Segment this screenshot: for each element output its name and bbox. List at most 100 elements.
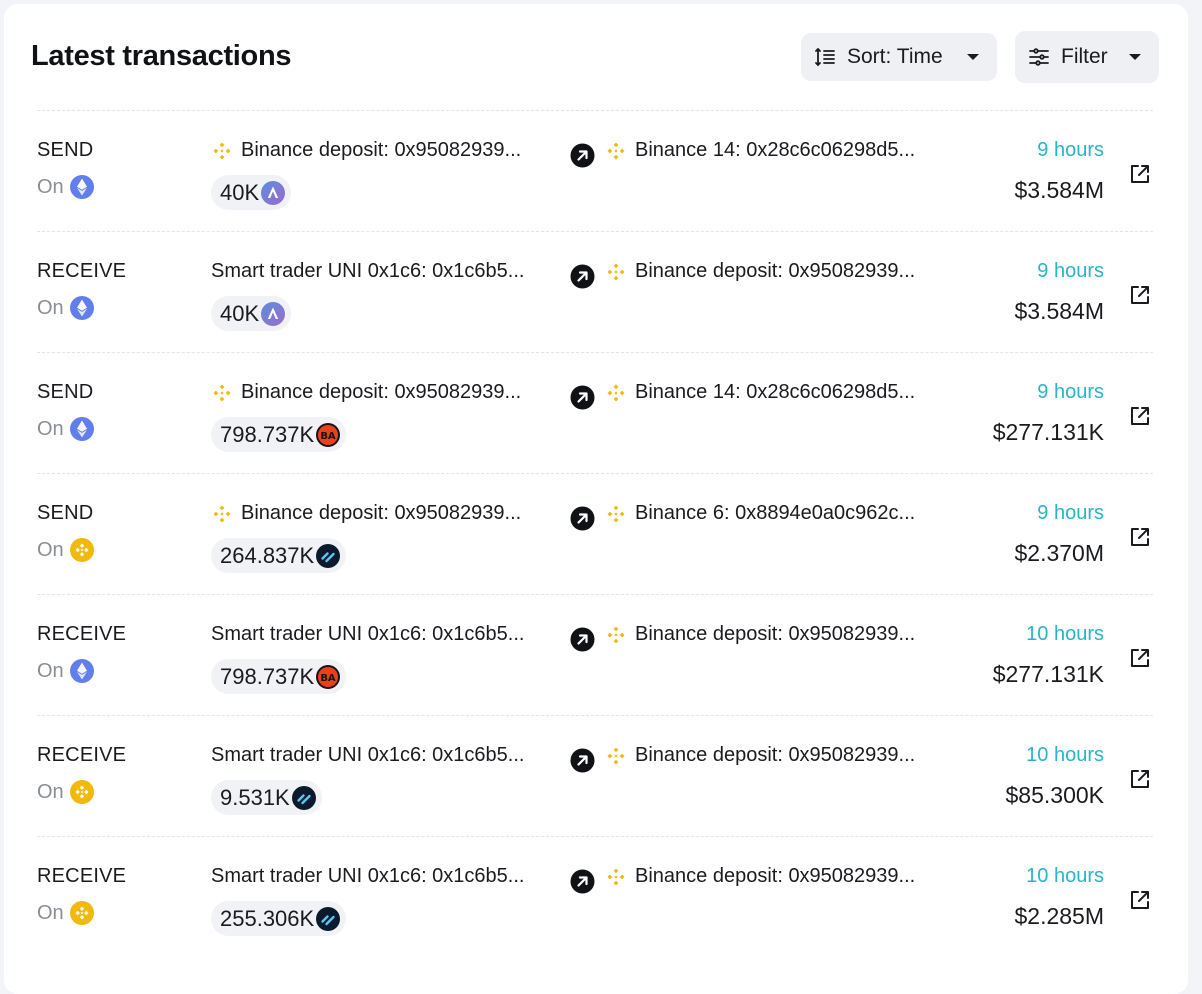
arrow-up-right-icon[interactable]	[570, 748, 595, 773]
transaction-type: RECEIVE	[37, 744, 127, 766]
arrow-up-right-icon[interactable]	[570, 627, 595, 652]
transaction-time: 9 hours	[1037, 381, 1104, 403]
external-link-icon[interactable]	[1129, 284, 1151, 306]
binance-icon	[211, 503, 233, 525]
to-address[interactable]: Binance 14: 0x28c6c06298d5...	[605, 381, 915, 404]
arkham-token-icon	[261, 301, 286, 326]
external-link-icon[interactable]	[1129, 163, 1151, 185]
binance-icon	[605, 624, 627, 646]
transaction-type: SEND	[37, 381, 94, 403]
token-amount[interactable]: 40K	[211, 296, 292, 331]
transaction-type: SEND	[37, 502, 94, 524]
ba-token-icon: BA	[316, 422, 341, 447]
transaction-list: SEND On Binance deposit: 0x95082939... B…	[37, 110, 1153, 957]
transaction-time: 10 hours	[1026, 865, 1104, 887]
arkham-token-icon	[261, 180, 286, 205]
transaction-time: 9 hours	[1037, 260, 1104, 282]
token-amount[interactable]: 798.737K BA	[211, 659, 347, 694]
token-amount[interactable]: 9.531K	[211, 780, 322, 815]
from-address[interactable]: Smart trader UNI 0x1c6: 0x1c6b5...	[211, 623, 524, 646]
to-address[interactable]: Binance 14: 0x28c6c06298d5...	[605, 139, 915, 162]
arrow-up-right-icon[interactable]	[570, 869, 595, 894]
arrow-up-right-icon[interactable]	[570, 506, 595, 531]
from-address[interactable]: Binance deposit: 0x95082939...	[211, 381, 521, 404]
sort-button[interactable]: Sort: Time	[801, 33, 997, 81]
amount-value: 40K	[220, 179, 260, 205]
transaction-row: RECEIVE On Smart trader UNI 0x1c6: 0x1c6…	[37, 231, 1153, 352]
amount-value: 798.737K	[220, 421, 315, 447]
ethereum-icon	[69, 417, 94, 441]
binance-icon	[605, 261, 627, 283]
on-label: On	[37, 417, 64, 440]
external-link-icon[interactable]	[1129, 889, 1151, 911]
from-address[interactable]: Smart trader UNI 0x1c6: 0x1c6b5...	[211, 865, 524, 888]
from-address[interactable]: Smart trader UNI 0x1c6: 0x1c6b5...	[211, 260, 524, 283]
on-label: On	[37, 538, 64, 561]
swirl-token-icon	[316, 906, 341, 931]
external-link-icon[interactable]	[1129, 647, 1151, 669]
transaction-type: SEND	[37, 139, 94, 161]
to-address[interactable]: Binance 6: 0x8894e0a0c962c...	[605, 502, 915, 525]
to-address[interactable]: Binance deposit: 0x95082939...	[605, 260, 915, 283]
to-address[interactable]: Binance deposit: 0x95082939...	[605, 623, 915, 646]
binance-icon	[211, 382, 233, 404]
chain-indicator: On	[37, 175, 94, 199]
amount-value: 255.306K	[220, 905, 315, 931]
chain-indicator: On	[37, 538, 94, 562]
filter-icon	[1027, 45, 1051, 69]
ethereum-icon	[69, 296, 94, 320]
to-address[interactable]: Binance deposit: 0x95082939...	[605, 865, 915, 888]
chevron-down-icon	[967, 54, 979, 60]
transaction-value: $3.584M	[1014, 177, 1104, 203]
filter-button[interactable]: Filter	[1015, 31, 1159, 83]
external-link-icon[interactable]	[1129, 405, 1151, 427]
to-address[interactable]: Binance deposit: 0x95082939...	[605, 744, 915, 767]
transaction-row: SEND On Binance deposit: 0x95082939... B…	[37, 473, 1153, 594]
amount-value: 798.737K	[220, 663, 315, 689]
to-label: Binance deposit: 0x95082939...	[635, 744, 916, 766]
arrow-up-right-icon[interactable]	[570, 385, 595, 410]
binance-icon	[211, 140, 233, 162]
binance-icon	[605, 866, 627, 888]
svg-text:BA: BA	[321, 431, 337, 442]
bnb-chain-icon	[69, 538, 94, 562]
sort-icon	[813, 45, 837, 69]
transaction-type: RECEIVE	[37, 623, 127, 645]
transaction-value: $277.131K	[992, 419, 1104, 445]
on-label: On	[37, 659, 64, 682]
binance-icon	[605, 503, 627, 525]
transaction-type: RECEIVE	[37, 260, 127, 282]
card-header: Latest transactions Sort: Time Filter	[4, 4, 1188, 112]
chain-indicator: On	[37, 296, 94, 320]
bnb-chain-icon	[69, 901, 94, 925]
token-amount[interactable]: 264.837K	[211, 538, 347, 573]
from-address[interactable]: Binance deposit: 0x95082939...	[211, 502, 521, 525]
to-label: Binance deposit: 0x95082939...	[635, 623, 916, 645]
ethereum-icon	[69, 659, 94, 683]
token-amount[interactable]: 798.737K BA	[211, 417, 347, 452]
from-label: Binance deposit: 0x95082939...	[241, 381, 522, 403]
transaction-row: SEND On Binance deposit: 0x95082939... B…	[37, 110, 1153, 231]
binance-icon	[605, 382, 627, 404]
swirl-token-icon	[316, 543, 341, 568]
page-title: Latest transactions	[31, 40, 292, 72]
amount-value: 9.531K	[220, 784, 290, 810]
transaction-time: 10 hours	[1026, 744, 1104, 766]
transaction-value: $277.131K	[992, 661, 1104, 687]
transaction-row: RECEIVE On Smart trader UNI 0x1c6: 0x1c6…	[37, 836, 1153, 957]
token-amount[interactable]: 255.306K	[211, 901, 347, 936]
on-label: On	[37, 780, 64, 803]
bnb-chain-icon	[69, 780, 94, 804]
from-label: Smart trader UNI 0x1c6: 0x1c6b5...	[211, 623, 525, 645]
filter-label: Filter	[1061, 45, 1108, 68]
from-address[interactable]: Smart trader UNI 0x1c6: 0x1c6b5...	[211, 744, 524, 767]
external-link-icon[interactable]	[1129, 768, 1151, 790]
from-address[interactable]: Binance deposit: 0x95082939...	[211, 139, 521, 162]
arrow-up-right-icon[interactable]	[570, 143, 595, 168]
transaction-time: 9 hours	[1037, 502, 1104, 524]
transaction-value: $85.300K	[1005, 782, 1104, 808]
token-amount[interactable]: 40K	[211, 175, 292, 210]
external-link-icon[interactable]	[1129, 526, 1151, 548]
from-label: Binance deposit: 0x95082939...	[241, 502, 522, 524]
arrow-up-right-icon[interactable]	[570, 264, 595, 289]
